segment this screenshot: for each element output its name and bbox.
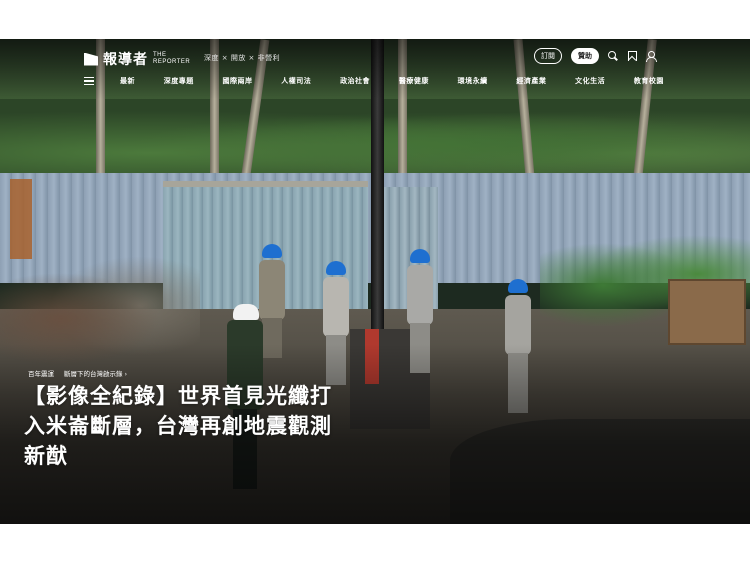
site-logo[interactable]: 報導者 THE REPORTER — [84, 49, 190, 69]
blue-helmet — [508, 279, 528, 293]
rust-patch — [10, 179, 32, 259]
headline-line-3: 新猷 — [24, 443, 68, 468]
nav-item-international[interactable]: 國際兩岸 — [223, 76, 253, 86]
search-icon[interactable] — [608, 51, 618, 61]
hero-section: 報導者 THE REPORTER 深度 × 開放 × 非營利 訂閱 贊助 最新 … — [0, 39, 750, 524]
main-nav: 最新 深度專題 國際兩岸 人權司法 政治社會 醫療健康 環境永續 經濟產業 文化… — [84, 76, 664, 86]
logo-flag-icon — [84, 52, 98, 66]
nav-item-health[interactable]: 醫療健康 — [399, 76, 429, 86]
brand-name: 報導者 — [103, 52, 148, 68]
blue-helmet — [326, 261, 346, 275]
nav-item-latest[interactable]: 最新 — [120, 76, 135, 86]
headline-line-2: 入米崙斷層，台灣再創地震觀測 — [24, 413, 332, 438]
kicker-series-label: 斷層下的台灣啟示錄 — [64, 370, 123, 378]
nav-item-human-rights[interactable]: 人權司法 — [281, 76, 311, 86]
donate-button[interactable]: 贊助 — [571, 48, 599, 64]
kicker-topic-link[interactable]: 百年震運 — [28, 368, 54, 378]
nav-item-culture[interactable]: 文化生活 — [575, 76, 605, 86]
nav-item-economy[interactable]: 經濟產業 — [516, 76, 546, 86]
blue-helmet — [410, 249, 430, 263]
user-icon[interactable] — [646, 51, 657, 62]
worker-body — [259, 260, 285, 320]
subscribe-button[interactable]: 訂閱 — [534, 48, 562, 64]
worker-body — [323, 277, 349, 337]
nav-items: 最新 深度專題 國際兩岸 人權司法 政治社會 醫療健康 環境永續 經濟產業 文化… — [120, 76, 664, 86]
wooden-crate — [668, 279, 746, 345]
article-headline[interactable]: 【影像全紀錄】世界首見光纖打 入米崙斷層，台灣再創地震觀測 新猷 — [24, 381, 364, 471]
headline-line-1: 【影像全紀錄】世界首見光纖打 — [24, 383, 332, 408]
blue-helmet — [262, 244, 282, 258]
header-actions: 訂閱 贊助 — [534, 48, 657, 64]
brand-tagline: 深度 × 開放 × 非營利 — [204, 54, 281, 62]
brand-en-line2: REPORTER — [153, 59, 191, 65]
worker-body — [407, 265, 433, 325]
white-helmet — [233, 304, 259, 320]
nav-item-features[interactable]: 深度專題 — [164, 76, 194, 86]
page-bottom-margin — [0, 524, 750, 563]
article-kicker: 百年震運 斷層下的台灣啟示錄 › — [28, 368, 127, 378]
hamburger-icon[interactable] — [84, 77, 94, 85]
nav-item-politics[interactable]: 政治社會 — [340, 76, 370, 86]
bookmark-icon[interactable] — [627, 51, 637, 61]
brand-en-line1: THE — [153, 52, 167, 58]
nav-item-education[interactable]: 教育校園 — [634, 76, 664, 86]
nav-item-environment[interactable]: 環境永續 — [458, 76, 488, 86]
brand-name-en: THE REPORTER — [153, 52, 190, 66]
chevron-right-icon: › — [124, 371, 127, 378]
kicker-series-link[interactable]: 斷層下的台灣啟示錄 › — [64, 368, 127, 378]
